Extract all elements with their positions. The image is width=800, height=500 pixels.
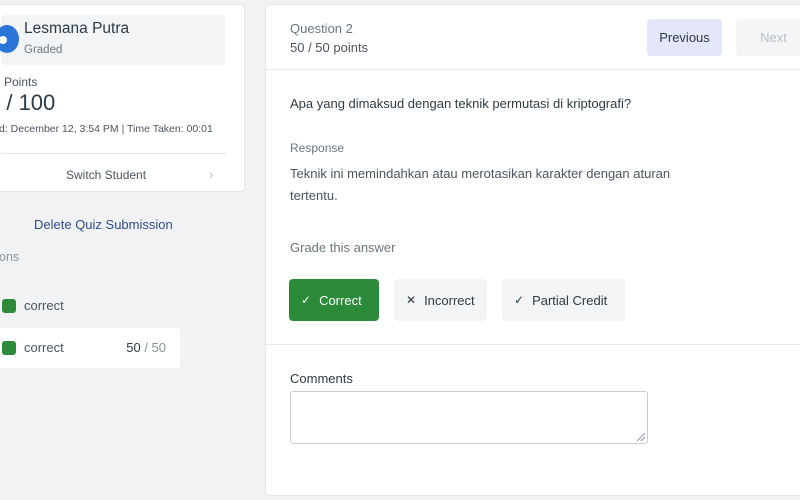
status-square-icon	[2, 299, 16, 313]
score-total: / 50	[140, 340, 166, 355]
incorrect-label: Incorrect	[424, 292, 475, 308]
next-button[interactable]: Next	[736, 19, 800, 56]
points-label: Points	[4, 75, 38, 89]
comments-label: Comments	[290, 371, 353, 386]
question-list-item[interactable]: correct	[0, 286, 180, 326]
correct-label: Correct	[319, 292, 362, 308]
check-icon: ✓	[514, 293, 525, 307]
student-header: Lesmana Putra Graded	[0, 15, 225, 65]
previous-button[interactable]: Previous	[647, 19, 722, 56]
divider	[1, 153, 226, 154]
points-value: 0 / 100	[0, 90, 56, 115]
question-status: correct	[24, 298, 64, 313]
divider	[266, 69, 800, 70]
delete-quiz-submission-link[interactable]: Delete Quiz Submission	[34, 217, 173, 232]
question-list-item[interactable]: correct 50 / 50	[0, 328, 180, 368]
partial-credit-label: Partial Credit	[532, 292, 608, 308]
correct-button[interactable]: ✓ Correct	[289, 279, 379, 321]
status-square-icon	[2, 341, 16, 355]
score-earned: 50	[126, 340, 141, 355]
response-label: Response	[290, 141, 345, 155]
question-panel: Question 2 50 / 50 points Previous Next …	[265, 4, 800, 496]
switch-student-button[interactable]: Switch Student	[66, 168, 146, 182]
question-text: Apa yang dimaksud dengan teknik permutas…	[290, 96, 632, 111]
chevron-right-icon[interactable]: ›	[209, 167, 213, 182]
check-icon: ✓	[301, 293, 312, 307]
submission-info: itted: December 12, 3:54 PM | Time Taken…	[0, 123, 213, 135]
student-card: Lesmana Putra Graded Points 0 / 100 itte…	[0, 4, 245, 192]
comments-input[interactable]	[290, 391, 648, 444]
response-text: Teknik ini memindahkan atau merotasikan …	[290, 166, 671, 203]
student-status: Graded	[24, 44, 63, 56]
grade-label: Grade this answer	[290, 240, 396, 255]
divider	[266, 344, 800, 345]
question-status: correct	[24, 340, 64, 355]
partial-credit-button[interactable]: ✓ Partial Credit	[502, 279, 625, 321]
question-score: 50 / 50	[126, 340, 166, 355]
question-points: 50 / 50 points	[290, 40, 369, 55]
x-icon: ✕	[406, 293, 417, 307]
question-title: Question 2	[290, 21, 353, 36]
student-name: Lesmana Putra	[24, 20, 130, 37]
questions-section-label: ons	[0, 250, 20, 264]
incorrect-button[interactable]: ✕ Incorrect	[394, 279, 487, 321]
avatar	[0, 25, 19, 53]
resize-grip-icon[interactable]	[636, 432, 646, 442]
